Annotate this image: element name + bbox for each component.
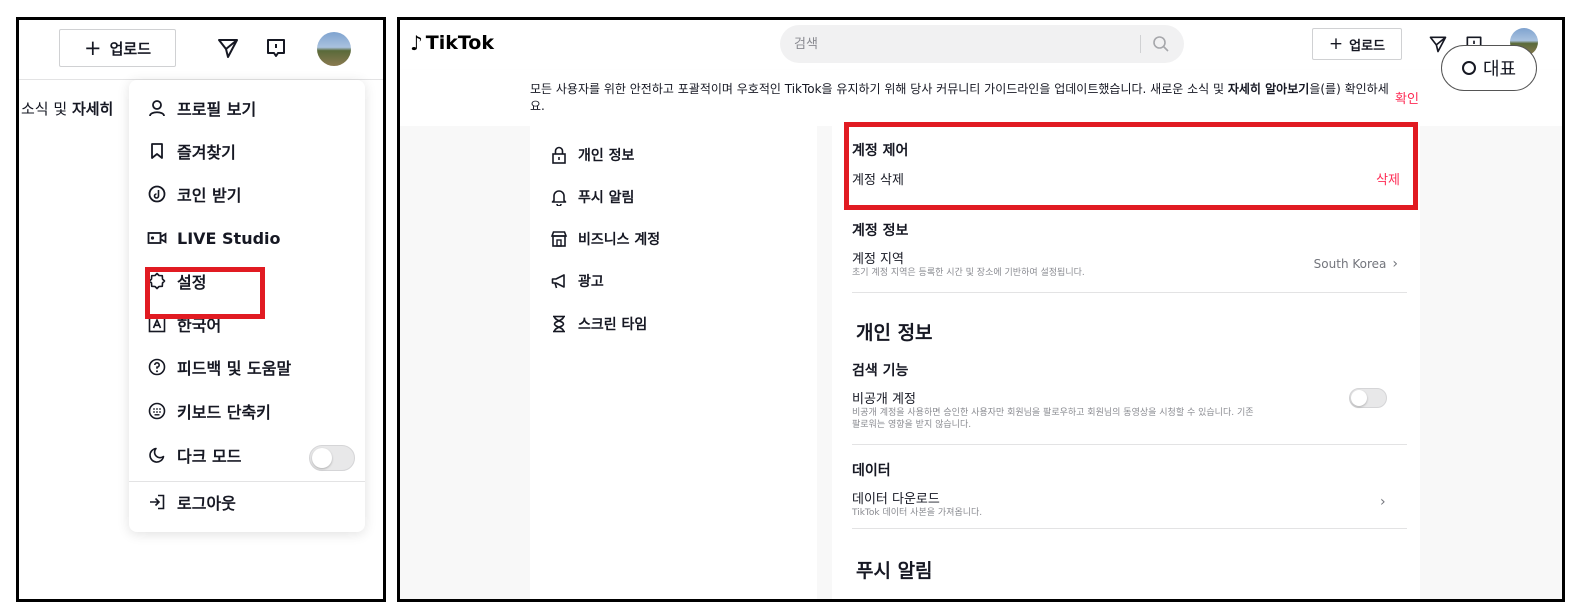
nav-item-label: 푸시 알림 [578, 190, 635, 206]
section-title: 검색 기능 [852, 363, 909, 379]
chevron-right-icon: › [1392, 256, 1398, 272]
banner-message: 모든 사용자를 위한 안전하고 포괄적이며 우호적인 TikTok을 유지하기 … [530, 82, 1228, 96]
logout-icon [147, 492, 167, 512]
store-icon [550, 230, 568, 248]
search-icon[interactable] [1152, 35, 1170, 53]
menu-item-logout[interactable]: 로그아웃 [147, 488, 236, 516]
plus-icon: + [1328, 33, 1344, 54]
nav-item-label: 개인 정보 [578, 148, 635, 164]
menu-item-label: 프로필 보기 [177, 100, 257, 119]
nav-item-label: 스크린 타임 [578, 317, 648, 333]
search-input[interactable] [794, 33, 1134, 55]
lock-icon [550, 146, 568, 164]
banner-confirm-button[interactable]: 확인 [1395, 88, 1419, 107]
upload-label: 업로드 [1349, 38, 1386, 54]
menu-item-label: 피드백 및 도움말 [177, 359, 292, 378]
upload-button[interactable]: + 업로드 [1312, 28, 1402, 60]
menu-item-label: 즐겨찾기 [177, 143, 236, 162]
private-account-row: 비공개 계정 비공개 계정을 사용하면 승인한 사용자만 회원님을 팔로우하고 … [852, 388, 1407, 431]
dark-mode-toggle[interactable] [309, 445, 355, 471]
account-control-highlight-box [844, 122, 1418, 210]
live-camera-icon [147, 228, 167, 248]
person-icon [147, 98, 167, 118]
settings-highlight-box [145, 267, 265, 319]
row-description-2: 팔로워는 영향을 받지 않습니다. [852, 420, 972, 430]
upload-button[interactable]: + 업로드 [59, 29, 176, 67]
menu-divider [129, 481, 365, 482]
nav-item-screen-time[interactable]: 스크린 타임 [550, 311, 647, 337]
section-title: 계정 정보 [852, 223, 909, 239]
search-divider [1140, 35, 1141, 53]
moon-icon [147, 445, 167, 465]
divider [852, 292, 1407, 293]
nav-item-business-account[interactable]: 비즈니스 계정 [550, 226, 660, 252]
top-bar: + 업로드 [19, 20, 383, 80]
menu-item-label: 키보드 단축키 [177, 403, 271, 422]
data-download-row[interactable]: 데이터 다운로드 TikTok 데이터 사본을 가져옵니다. [852, 488, 1407, 519]
menu-item-view-profile[interactable]: 프로필 보기 [147, 94, 256, 122]
bookmark-icon [147, 141, 167, 161]
nav-item-ads[interactable]: 광고 [550, 268, 604, 294]
search-feature-section: 검색 기능 [852, 360, 1407, 380]
menu-item-label: 다크 모드 [177, 447, 242, 466]
menu-item-keyboard-shortcuts[interactable]: 키보드 단축키 [147, 397, 271, 425]
keyboard-icon [147, 401, 167, 421]
row-description: TikTok 데이터 사본을 가져옵니다. [852, 508, 983, 518]
row-label: 비공개 계정 [852, 392, 916, 407]
left-screenshot-panel: + 업로드 소식 및 자세히 프로필 보기 즐겨찾기 코인 받기 LIVE St… [16, 17, 386, 602]
menu-item-label: 코인 받기 [177, 186, 242, 205]
send-icon[interactable] [214, 34, 242, 62]
section-title: 데이터 [852, 463, 891, 479]
settings-side-nav: 개인 정보 푸시 알림 비즈니스 계정 광고 스크린 타임 [530, 126, 817, 599]
notice-text: 소식 및 자세히 [21, 98, 113, 119]
nav-item-push-notifications[interactable]: 푸시 알림 [550, 184, 634, 210]
inbox-icon[interactable] [262, 34, 290, 62]
avatar[interactable] [317, 32, 351, 66]
divider [852, 444, 1407, 445]
chevron-right-icon[interactable]: › [1380, 494, 1386, 510]
right-screenshot-panel: ♪ TikTok + 업로드 모든 사용자를 위한 안전하고 포괄적이며 우호적… [397, 17, 1565, 602]
help-icon [147, 357, 167, 377]
private-account-toggle[interactable] [1349, 388, 1387, 408]
row-description: 비공개 계정을 사용하면 승인한 사용자만 회원님을 팔로우하고 회원님의 동영… [852, 408, 1254, 418]
coin-icon [147, 184, 167, 204]
menu-item-label: LIVE Studio [177, 228, 281, 248]
upload-label: 업로드 [109, 39, 151, 58]
bell-icon [550, 188, 568, 206]
menu-item-feedback-help[interactable]: 피드백 및 도움말 [147, 353, 291, 381]
nav-item-privacy[interactable]: 개인 정보 [550, 142, 634, 168]
search-bar[interactable] [780, 25, 1184, 63]
row-label: 데이터 다운로드 [852, 492, 940, 507]
privacy-heading: 개인 정보 [856, 322, 933, 344]
region-value[interactable]: South Korea › [1314, 256, 1398, 272]
banner-text: 모든 사용자를 위한 안전하고 포괄적이며 우호적인 TikTok을 유지하기 … [530, 81, 1390, 115]
hourglass-icon [550, 315, 568, 333]
header-bar: ♪ TikTok + 업로드 [400, 20, 1562, 70]
rep-badge-label: 대표 [1482, 59, 1517, 80]
notice-prefix: 소식 및 [21, 100, 72, 118]
region-value-text: South Korea [1313, 257, 1387, 271]
tiktok-note-icon: ♪ [410, 31, 423, 55]
circle-icon [1461, 61, 1476, 75]
divider [852, 528, 1407, 529]
representative-badge[interactable]: 대표 [1441, 45, 1537, 91]
menu-item-get-coins[interactable]: 코인 받기 [147, 180, 241, 208]
menu-item-favorites[interactable]: 즐겨찾기 [147, 137, 236, 165]
nav-item-label: 광고 [578, 274, 604, 290]
account-info-section: 계정 정보 [852, 220, 1407, 240]
banner-learn-more-link[interactable]: 자세히 알아보기 [1228, 82, 1309, 96]
logo-text: TikTok [425, 32, 495, 54]
plus-icon: + [83, 35, 102, 60]
megaphone-icon [550, 272, 568, 290]
push-heading: 푸시 알림 [856, 560, 933, 582]
tiktok-logo[interactable]: ♪ TikTok [410, 32, 494, 54]
nav-item-label: 비즈니스 계정 [578, 232, 661, 248]
menu-item-live-studio[interactable]: LIVE Studio [147, 224, 281, 252]
guideline-banner: 모든 사용자를 위한 안전하고 포괄적이며 우호적인 TikTok을 유지하기 … [400, 70, 1562, 126]
data-section: 데이터 [852, 460, 1407, 480]
notice-bold[interactable]: 자세히 [72, 100, 113, 118]
menu-item-label: 로그아웃 [177, 494, 236, 513]
menu-item-dark-mode[interactable]: 다크 모드 [147, 441, 241, 469]
